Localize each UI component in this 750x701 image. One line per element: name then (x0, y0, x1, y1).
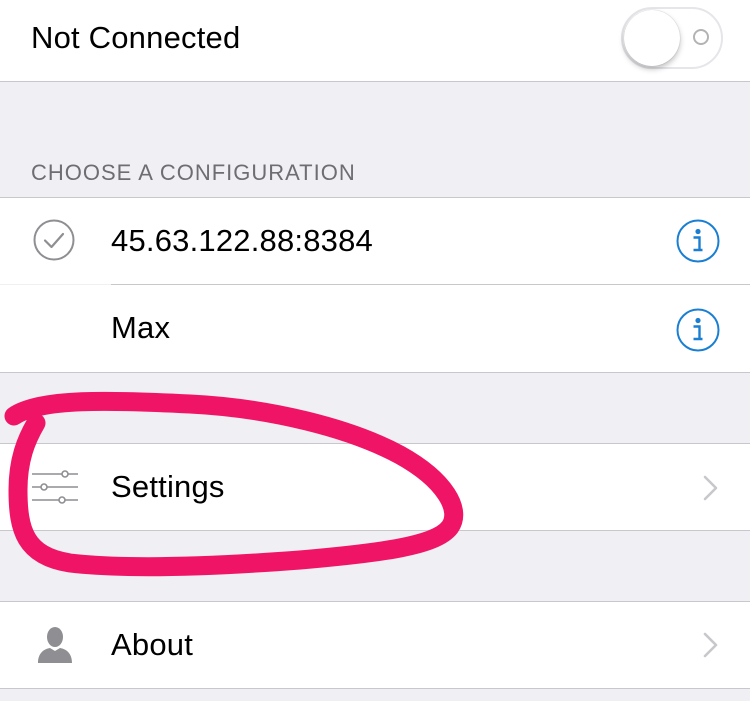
settings-row[interactable]: Settings (0, 444, 750, 530)
vpn-toggle-switch[interactable] (621, 7, 723, 69)
sliders-icon (32, 470, 78, 504)
configuration-label: 45.63.122.88:8384 (111, 223, 373, 258)
configuration-item[interactable]: Max (0, 285, 750, 372)
person-icon (36, 626, 74, 664)
chevron-right-icon (703, 632, 719, 658)
toggle-knob (624, 10, 680, 66)
toggle-off-indicator (693, 29, 709, 45)
vpn-status-row: Not Connected (0, 0, 750, 81)
connection-status-label: Not Connected (31, 20, 241, 55)
info-icon[interactable] (676, 219, 720, 263)
about-label: About (111, 627, 194, 662)
chevron-right-icon (703, 475, 719, 501)
separator (0, 688, 750, 689)
separator (0, 81, 750, 82)
configuration-item[interactable]: 45.63.122.88:8384 (0, 198, 750, 284)
info-icon[interactable] (676, 308, 720, 352)
about-row[interactable]: About (0, 602, 750, 688)
settings-label: Settings (111, 469, 225, 504)
separator (0, 372, 750, 373)
checkmark-circle-icon (33, 219, 75, 261)
separator (0, 530, 750, 531)
configuration-label: Max (111, 310, 171, 345)
configuration-section-header: CHOOSE A CONFIGURATION (31, 160, 356, 185)
